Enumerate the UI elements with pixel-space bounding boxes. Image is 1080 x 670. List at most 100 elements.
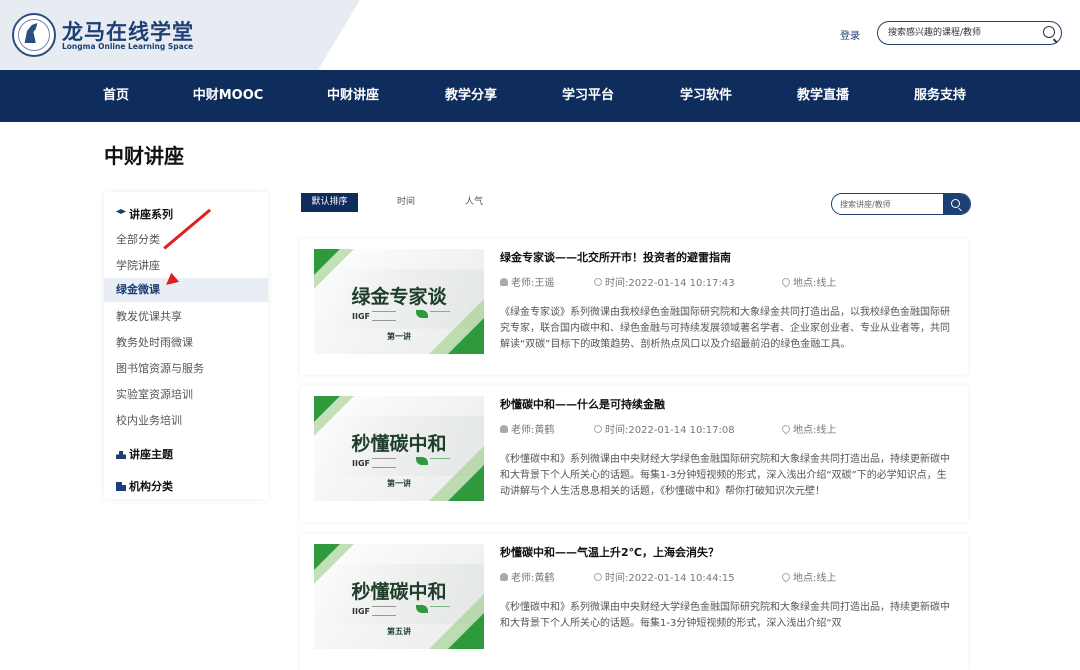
lecture-teacher-text: 老师:王遥 xyxy=(511,278,555,289)
sidebar-item-library[interactable]: 图书馆资源与服务 xyxy=(104,357,268,381)
sidebar-topic-heading[interactable]: 讲座主题 xyxy=(116,446,173,462)
thumb-brand: IIGF xyxy=(352,312,370,321)
lecture-time-text: 时间:2022-01-14 10:17:08 xyxy=(605,425,735,436)
thumb-brand: IIGF xyxy=(352,459,370,468)
lecture-title[interactable]: 秒懂碳中和——什么是可持续金融 xyxy=(500,396,665,412)
lecture-location: 地点:线上 xyxy=(780,569,837,584)
lecture-thumbnail[interactable]: 秒懂碳中和 IIGF 第一讲 xyxy=(314,396,484,501)
nav-item-home[interactable]: 首页 xyxy=(103,70,129,122)
sort-popularity-button[interactable]: 人气 xyxy=(456,193,492,212)
nav-item-learning-software[interactable]: 学习软件 xyxy=(680,70,732,122)
main-nav: 首页 中财MOOC 中财讲座 教学分享 学习平台 学习软件 教学直播 服务支持 xyxy=(0,70,1080,122)
person-icon xyxy=(500,573,508,581)
lecture-search-input[interactable] xyxy=(840,197,940,211)
sidebar-item-teaching-dev[interactable]: 教发优课共享 xyxy=(104,305,268,329)
lecture-teacher-text: 老师:黄鹤 xyxy=(511,425,555,436)
nav-item-lectures[interactable]: 中财讲座 xyxy=(327,70,379,122)
lecture-teacher: 老师:黄鹤 xyxy=(500,421,554,436)
lecture-title[interactable]: 绿金专家谈——北交所开市！投资者的避雷指南 xyxy=(500,249,731,265)
clock-icon xyxy=(594,278,602,286)
building-icon xyxy=(116,482,126,491)
sidebar-item-label: 校内业务培训 xyxy=(116,414,182,427)
lecture-time: 时间:2022-01-14 10:44:15 xyxy=(594,569,735,584)
search-icon[interactable] xyxy=(1043,26,1055,38)
graduation-cap-icon xyxy=(116,451,126,459)
sidebar-item-internal-training[interactable]: 校内业务培训 xyxy=(104,409,268,433)
leaf-logo-subtext xyxy=(430,606,450,613)
lecture-teacher: 老师:黄鹤 xyxy=(500,569,554,584)
sidebar: 讲座系列 全部分类 学院讲座 绿金微课 教发优课共享 教务处时雨微课 图书馆资源… xyxy=(104,192,268,499)
sidebar-item-academic-affairs[interactable]: 教务处时雨微课 xyxy=(104,331,268,355)
location-pin-icon xyxy=(780,423,792,435)
nav-item-mooc[interactable]: 中财MOOC xyxy=(193,70,264,122)
thumb-corner xyxy=(314,249,340,275)
lecture-time: 时间:2022-01-14 10:17:08 xyxy=(594,421,735,436)
thumb-lesson: 第五讲 xyxy=(387,627,411,636)
sidebar-item-college-lectures[interactable]: 学院讲座 xyxy=(104,254,268,278)
lecture-location-text: 地点:线上 xyxy=(793,425,837,436)
lecture-search-button[interactable] xyxy=(943,194,970,214)
sidebar-item-lab-training[interactable]: 实验室资源培训 xyxy=(104,383,268,407)
sort-default-button[interactable]: 默认排序 xyxy=(301,193,358,212)
lecture-card[interactable]: 秒懂碳中和 IIGF 第五讲 秒懂碳中和——气温上升2℃，上海会消失？ 老师:黄… xyxy=(300,534,968,670)
clock-icon xyxy=(594,425,602,433)
nav-item-learning-platform[interactable]: 学习平台 xyxy=(562,70,614,122)
lecture-card[interactable]: 秒懂碳中和 IIGF 第一讲 秒懂碳中和——什么是可持续金融 老师:黄鹤 时间:… xyxy=(300,386,968,522)
nav-item-service-support[interactable]: 服务支持 xyxy=(914,70,966,122)
thumb-brand-subtext xyxy=(372,606,396,616)
site-search-box[interactable] xyxy=(877,21,1062,45)
thumb-corner xyxy=(314,544,340,570)
top-header: 龙马在线学堂 Longma Online Learning Space 登录 xyxy=(0,0,1080,70)
sort-time-button[interactable]: 时间 xyxy=(388,193,424,212)
lecture-thumbnail[interactable]: 绿金专家谈 IIGF 第一讲 xyxy=(314,249,484,354)
sidebar-item-label: 绿金微课 xyxy=(116,283,160,296)
sidebar-org-heading-label: 机构分类 xyxy=(129,480,173,493)
thumb-brand-subtext xyxy=(372,458,396,468)
thumb-brand-subtext xyxy=(372,311,396,321)
sidebar-item-label: 图书馆资源与服务 xyxy=(116,362,204,375)
sidebar-item-label: 教务处时雨微课 xyxy=(116,336,193,349)
sidebar-org-heading[interactable]: 机构分类 xyxy=(116,478,173,494)
person-icon xyxy=(500,425,508,433)
site-search-input[interactable] xyxy=(888,25,1038,41)
sidebar-item-all[interactable]: 全部分类 xyxy=(104,228,268,252)
search-icon xyxy=(951,199,960,208)
lecture-time-text: 时间:2022-01-14 10:44:15 xyxy=(605,573,735,584)
thumb-title: 秒懂碳中和 xyxy=(351,581,447,603)
leaf-logo-subtext xyxy=(430,458,450,465)
sidebar-topic-heading-label: 讲座主题 xyxy=(129,448,173,461)
lecture-location: 地点:线上 xyxy=(780,421,837,436)
lecture-teacher: 老师:王遥 xyxy=(500,274,554,289)
lecture-thumbnail[interactable]: 秒懂碳中和 IIGF 第五讲 xyxy=(314,544,484,649)
nav-item-teaching-share[interactable]: 教学分享 xyxy=(445,70,497,122)
logo-subtitle: Longma Online Learning Space xyxy=(62,42,194,51)
lecture-description: 《秒懂碳中和》系列微课由中央财经大学绿色金融国际研究院和大象绿金共同打造出品，持… xyxy=(500,602,950,629)
lecture-location-text: 地点:线上 xyxy=(793,278,837,289)
nav-item-live-teaching[interactable]: 教学直播 xyxy=(797,70,849,122)
lecture-description: 《秒懂碳中和》系列微课由中央财经大学绿色金融国际研究院和大象绿金共同打造出品，持… xyxy=(500,454,950,497)
lecture-search-box[interactable] xyxy=(831,193,971,215)
sidebar-item-label: 教发优课共享 xyxy=(116,310,182,323)
thumb-lesson: 第一讲 xyxy=(387,332,411,341)
lecture-card[interactable]: 绿金专家谈 IIGF 第一讲 绿金专家谈——北交所开市！投资者的避雷指南 老师:… xyxy=(300,239,968,375)
layers-icon xyxy=(116,209,126,214)
lecture-title[interactable]: 秒懂碳中和——气温上升2℃，上海会消失？ xyxy=(500,544,719,560)
thumb-title: 秒懂碳中和 xyxy=(351,433,447,455)
lecture-time: 时间:2022-01-14 10:17:43 xyxy=(594,274,735,289)
lecture-teacher-text: 老师:黄鹤 xyxy=(511,573,555,584)
person-icon xyxy=(500,278,508,286)
leaf-logo-icon xyxy=(416,310,428,318)
clock-icon xyxy=(594,573,602,581)
login-link[interactable]: 登录 xyxy=(840,27,860,42)
location-pin-icon xyxy=(780,571,792,583)
thumb-lesson: 第一讲 xyxy=(387,479,411,488)
sidebar-item-green-finance[interactable]: 绿金微课 xyxy=(104,278,268,302)
thumb-corner xyxy=(314,396,340,422)
sidebar-series-heading[interactable]: 讲座系列 xyxy=(116,206,173,222)
sidebar-series-heading-label: 讲座系列 xyxy=(129,208,173,221)
leaf-logo-icon xyxy=(416,457,428,465)
sidebar-item-label: 学院讲座 xyxy=(116,259,160,272)
lecture-location-text: 地点:线上 xyxy=(793,573,837,584)
school-seal-icon[interactable] xyxy=(12,13,56,57)
lecture-time-text: 时间:2022-01-14 10:17:43 xyxy=(605,278,735,289)
